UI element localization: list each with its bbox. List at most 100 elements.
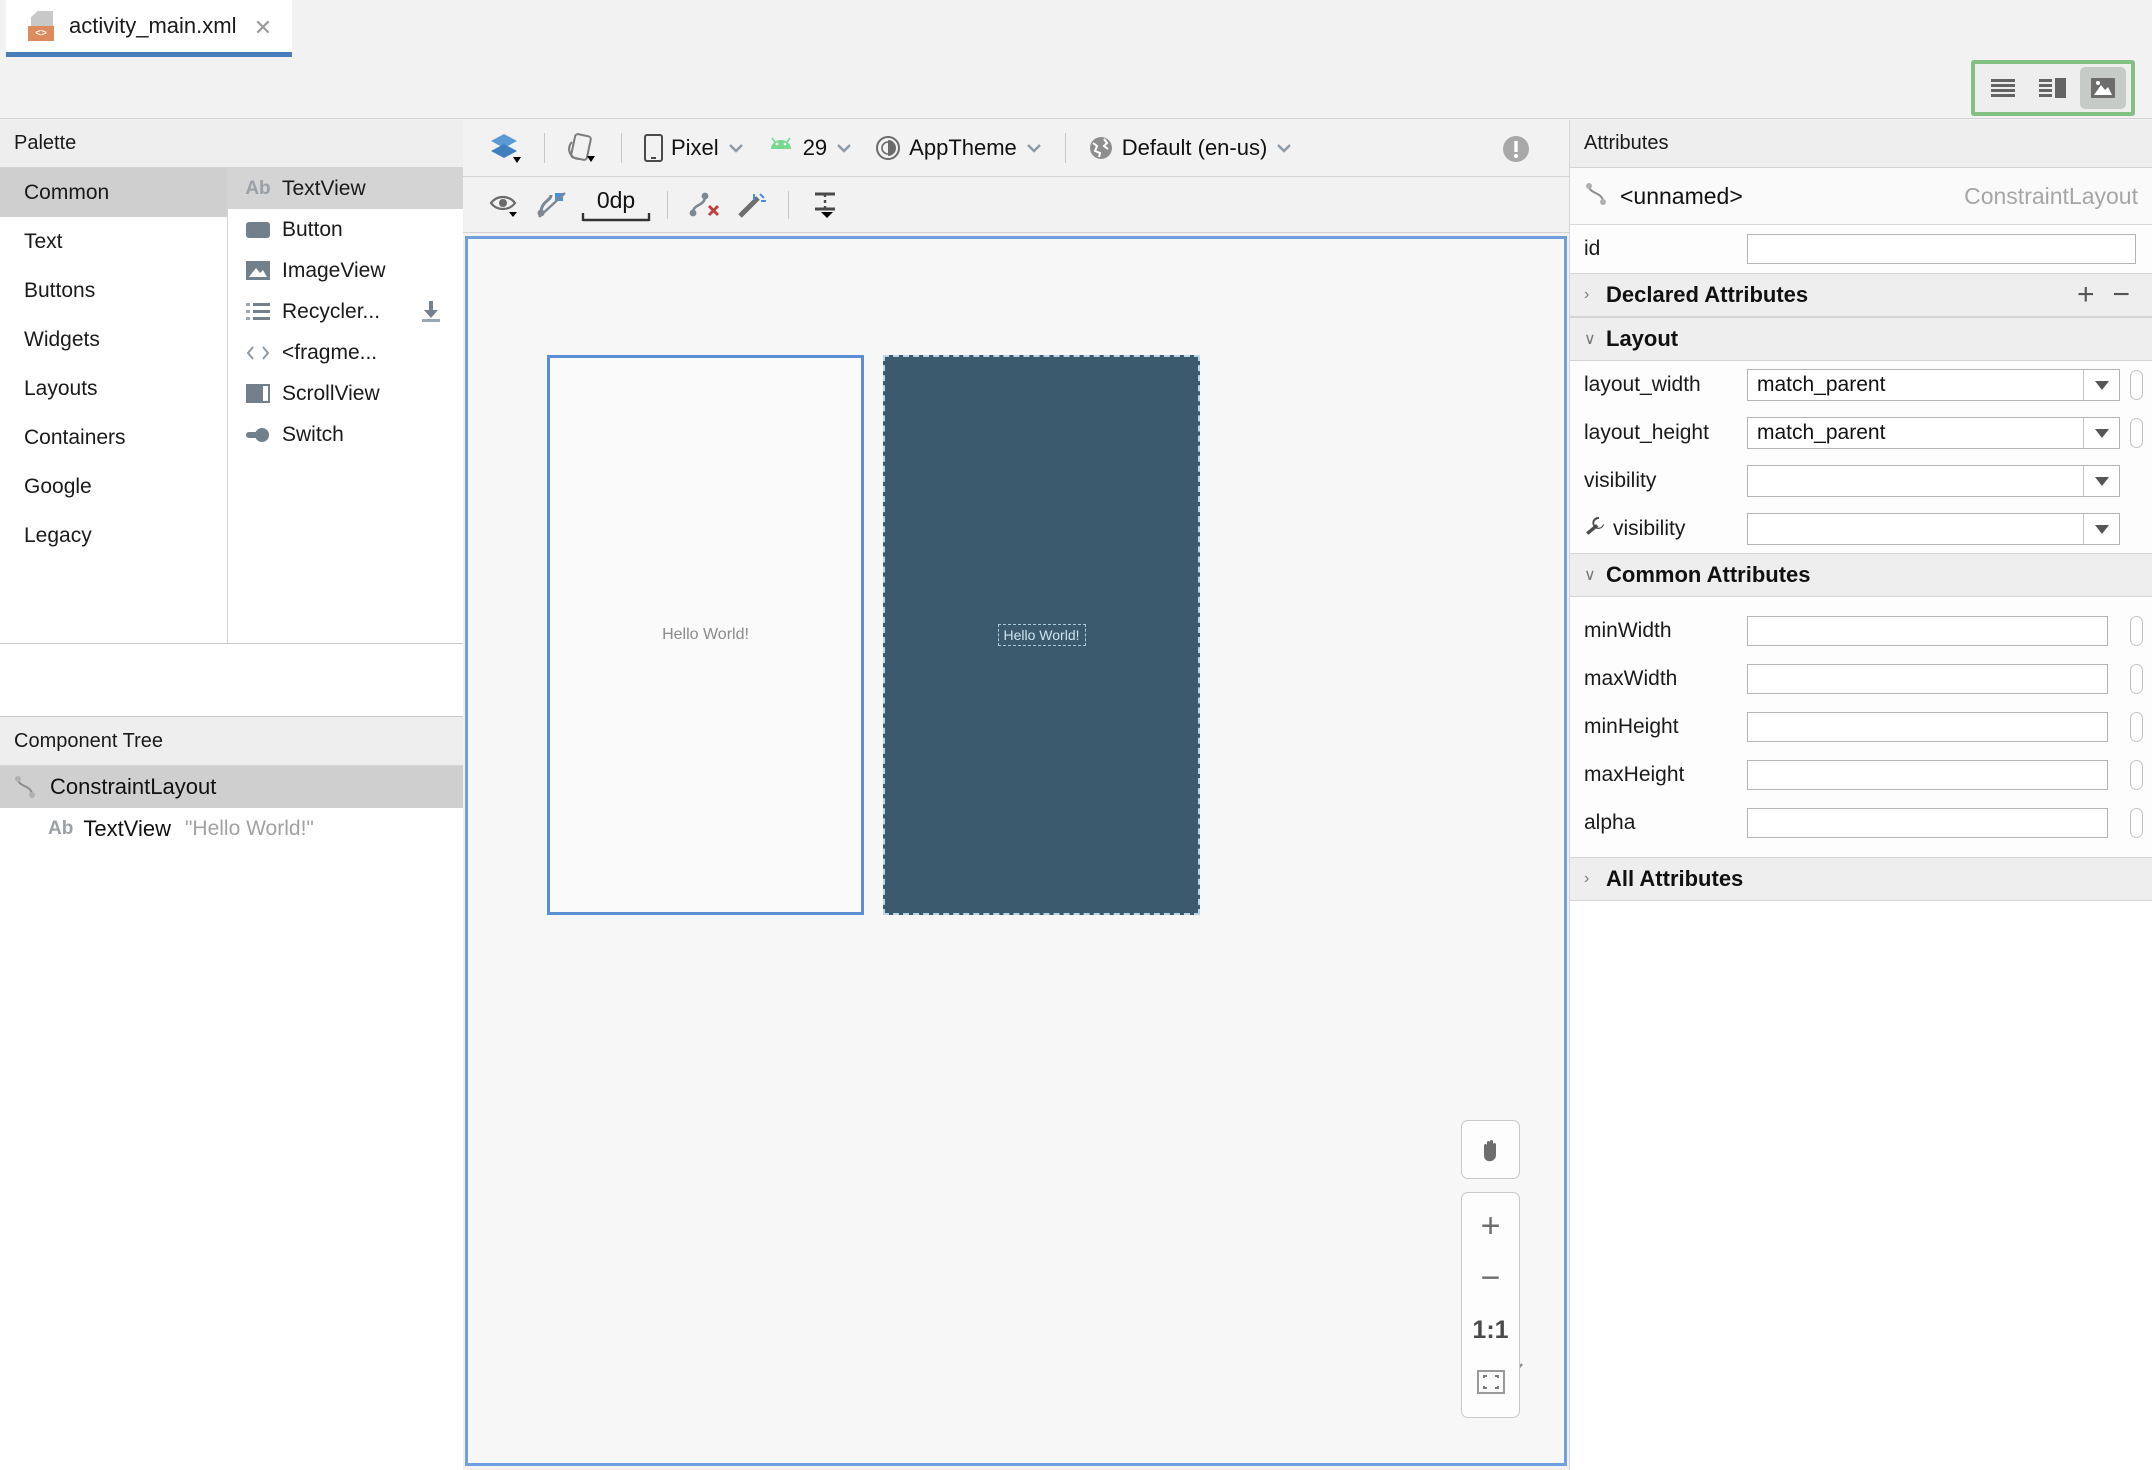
actual-size-button[interactable]: 1:1 — [1461, 1304, 1520, 1356]
palette-item-fragment[interactable]: <fragme... — [228, 332, 463, 373]
palette-item-textview[interactable]: Ab TextView — [228, 168, 463, 209]
alpha-input[interactable] — [1747, 808, 2108, 838]
palette-category-layouts[interactable]: Layouts — [0, 364, 227, 413]
close-icon[interactable]: ✕ — [252, 17, 274, 39]
chevron-down-icon: ∨ — [1584, 567, 1596, 584]
layout-height-combo[interactable]: match_parent — [1747, 417, 2120, 449]
section-layout[interactable]: ∨ Layout — [1570, 317, 2152, 361]
tree-node-constraintlayout[interactable]: ConstraintLayout — [0, 766, 463, 808]
chevron-down-icon[interactable] — [2083, 514, 2119, 544]
layout-width-combo[interactable]: match_parent — [1747, 369, 2120, 401]
add-attribute-button[interactable]: + — [2077, 280, 2095, 310]
android-studio-layout-editor: <> activity_main.xml ✕ Palette Common Te… — [0, 0, 2152, 1470]
tree-node-textview[interactable]: Ab TextView "Hello World!" — [0, 808, 463, 850]
palette-category-buttons[interactable]: Buttons — [0, 266, 227, 315]
wrench-icon — [1584, 516, 1606, 542]
autoconnect-button[interactable] — [529, 183, 577, 227]
pan-button[interactable] — [1461, 1120, 1520, 1179]
chevron-down-icon[interactable] — [2083, 370, 2119, 400]
section-title: All Attributes — [1606, 866, 1744, 891]
blueprint-hello-text: Hello World! — [997, 624, 1086, 646]
download-icon[interactable] — [419, 301, 443, 329]
split-view-button[interactable] — [2030, 67, 2076, 109]
api-level-selector[interactable]: 29 — [756, 126, 864, 170]
palette-category-common[interactable]: Common — [0, 168, 227, 217]
section-common-attributes[interactable]: ∨ Common Attributes — [1570, 553, 2152, 597]
device-selector[interactable]: Pixel — [633, 126, 756, 170]
palette-item-imageview[interactable]: ImageView — [228, 250, 463, 291]
warning-exclamation-icon[interactable] — [1501, 134, 1531, 169]
palette-category-containers[interactable]: Containers — [0, 413, 227, 462]
orientation-button[interactable] — [556, 126, 610, 170]
value-indicator-pill[interactable] — [2130, 418, 2143, 448]
ab-text-icon: Ab — [48, 818, 74, 839]
palette-category-label: Legacy — [24, 523, 92, 547]
palette-category-legacy[interactable]: Legacy — [0, 511, 227, 560]
palette-category-label: Common — [24, 180, 110, 204]
design-view-button[interactable] — [2080, 67, 2126, 109]
minwidth-input[interactable] — [1747, 616, 2108, 646]
default-margin-value: 0dp — [596, 186, 636, 213]
zoom-in-button[interactable]: + — [1461, 1200, 1520, 1252]
attribute-label-layout-width: layout_width — [1584, 373, 1701, 396]
attributes-title: Attributes — [1570, 120, 2152, 168]
guidelines-button[interactable] — [801, 183, 849, 227]
constraint-layout-icon — [1584, 181, 1610, 212]
value-indicator-pill[interactable] — [2130, 712, 2143, 742]
infer-constraints-button[interactable] — [728, 183, 776, 227]
constraint-layout-icon — [10, 773, 42, 801]
palette-category-label: Layouts — [24, 376, 98, 400]
xml-file-icon: <> — [28, 11, 56, 41]
palette-category-text[interactable]: Text — [0, 217, 227, 266]
rotate-device-icon — [568, 133, 595, 162]
chevron-down-icon[interactable] — [2083, 418, 2119, 448]
palette-category-google[interactable]: Google — [0, 462, 227, 511]
code-view-button[interactable] — [1980, 67, 2026, 109]
value-indicator-pill[interactable] — [2130, 808, 2143, 838]
value-indicator-pill[interactable] — [2130, 616, 2143, 646]
value-indicator-pill[interactable] — [2130, 664, 2143, 694]
attribute-row-id: id — [1570, 225, 2152, 273]
attribute-row-maxheight: maxHeight — [1570, 751, 2152, 799]
theme-selector[interactable]: AppTheme — [864, 126, 1054, 170]
layers-button[interactable] — [479, 126, 533, 170]
chevron-down-icon — [1026, 144, 1041, 153]
constraint-tools-toolbar: 0dp — [463, 177, 1569, 233]
attribute-label-alpha: alpha — [1584, 811, 1636, 834]
default-margin-button[interactable]: 0dp — [577, 188, 655, 222]
id-input[interactable] — [1747, 234, 2136, 264]
view-options-button[interactable] — [481, 183, 529, 227]
chevron-down-icon[interactable] — [2083, 466, 2119, 496]
value-indicator-pill[interactable] — [2130, 370, 2143, 400]
remove-attribute-button[interactable]: − — [2112, 280, 2130, 310]
palette-item-label: ImageView — [282, 258, 386, 282]
render-preview[interactable]: Hello World! — [547, 355, 864, 915]
device-label: Pixel — [671, 135, 719, 160]
maxwidth-input[interactable] — [1747, 664, 2108, 694]
tools-visibility-combo[interactable] — [1747, 513, 2120, 545]
zoom-to-fit-button[interactable] — [1461, 1356, 1520, 1408]
maxheight-input[interactable] — [1747, 760, 2108, 790]
palette-item-recyclerview[interactable]: Recycler... — [228, 291, 463, 332]
section-all-attributes[interactable]: › All Attributes — [1570, 857, 2152, 901]
editor-tab-activity-main[interactable]: <> activity_main.xml ✕ — [6, 0, 292, 57]
phone-icon — [644, 134, 663, 162]
zoom-controls: + − 1:1 — [1461, 1120, 1520, 1418]
blueprint-preview[interactable]: Hello World! — [883, 355, 1200, 915]
palette-item-scrollview[interactable]: ScrollView — [228, 373, 463, 414]
minheight-input[interactable] — [1747, 712, 2108, 742]
palette-category-widgets[interactable]: Widgets — [0, 315, 227, 364]
zoom-out-button[interactable]: − — [1461, 1252, 1520, 1304]
section-declared-attributes[interactable]: › Declared Attributes + − — [1570, 273, 2152, 317]
view-mode-group-highlight — [1971, 60, 2135, 116]
chevron-down-icon — [728, 144, 743, 153]
design-canvas[interactable]: Hello World! Hello World! + − 1:1 — [465, 236, 1567, 1466]
visibility-combo[interactable] — [1747, 465, 2120, 497]
locale-selector[interactable]: Default (en-us) — [1077, 126, 1305, 170]
clear-constraints-button[interactable] — [680, 183, 728, 227]
value-indicator-pill[interactable] — [2130, 760, 2143, 790]
palette-item-switch[interactable]: Switch — [228, 414, 463, 455]
palette-item-button[interactable]: Button — [228, 209, 463, 250]
attribute-label-maxheight: maxHeight — [1584, 763, 1685, 786]
toolbar-separator — [544, 133, 545, 163]
